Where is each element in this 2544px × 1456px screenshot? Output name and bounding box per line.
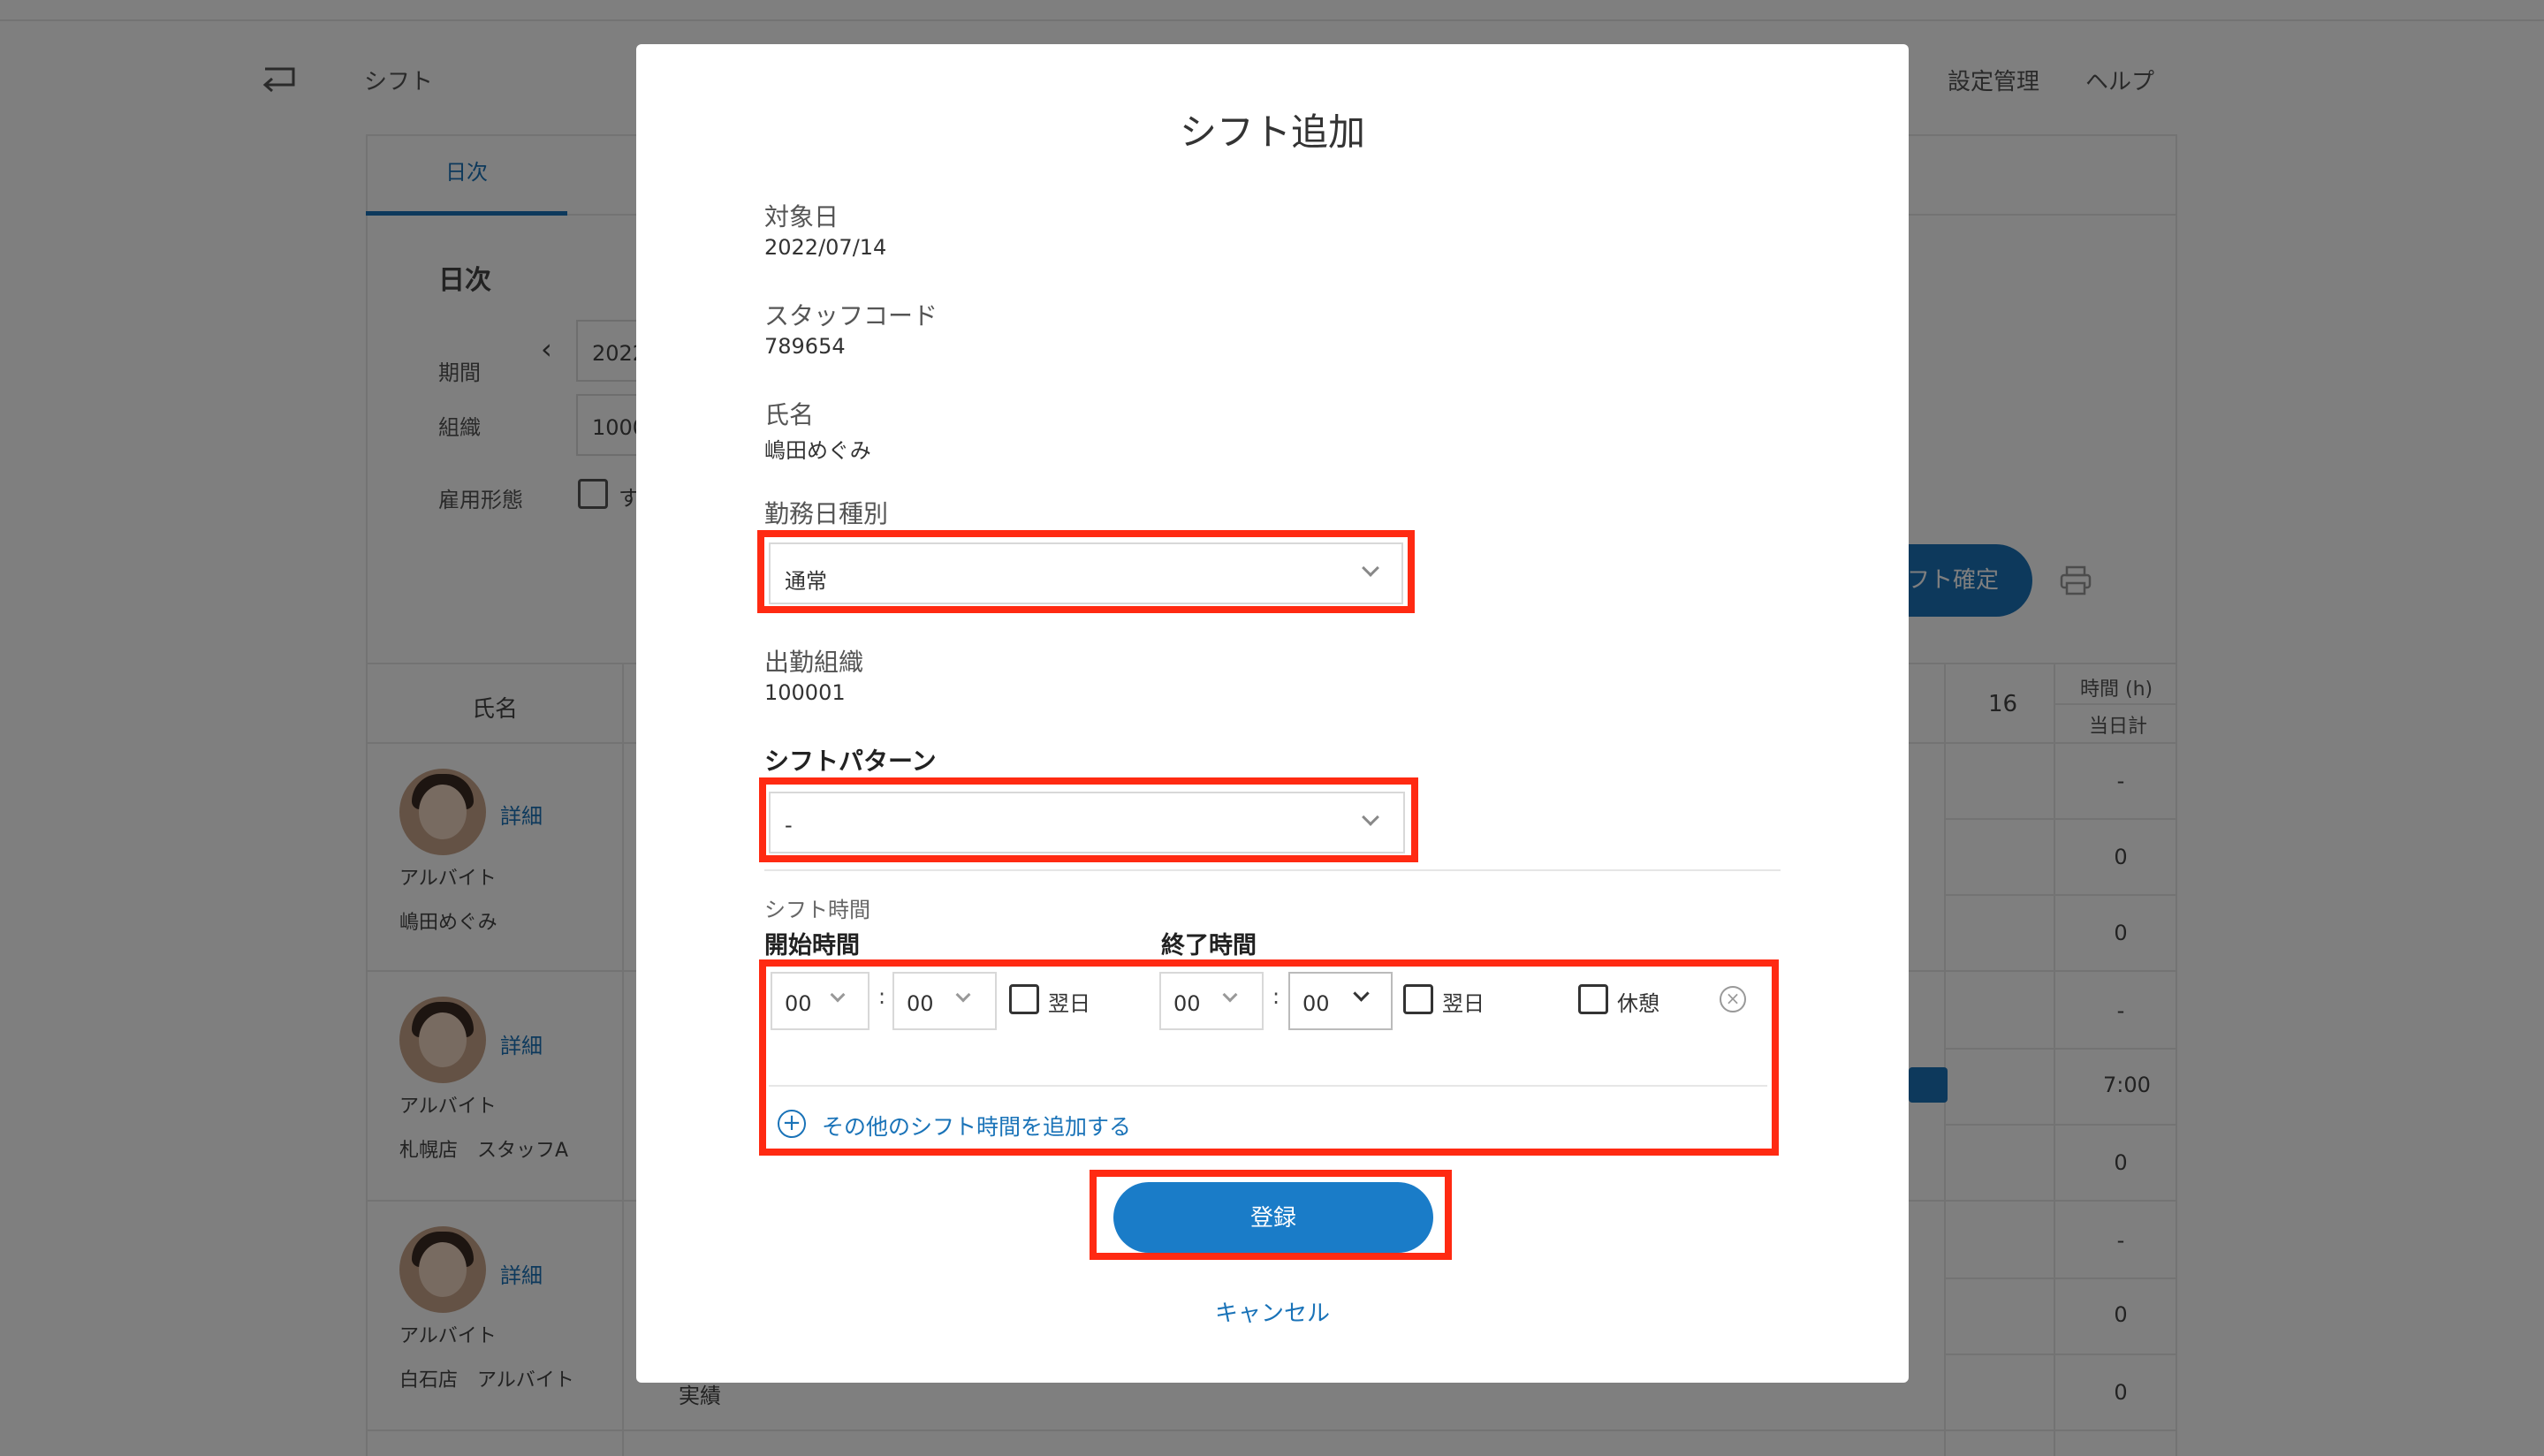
- target-date-label: 対象日: [764, 202, 839, 231]
- cancel-link[interactable]: キャンセル: [636, 1295, 1909, 1328]
- staff-code-label: スタッフコード: [764, 301, 938, 330]
- add-shift-dialog: シフト追加 対象日 2022/07/14 スタッフコード 789654 氏名 嶋…: [636, 44, 1909, 1383]
- shift-pattern-label: シフトパターン: [764, 747, 937, 776]
- work-org-label: 出勤組織: [764, 648, 864, 677]
- workday-type-label: 勤務日種別: [764, 499, 889, 528]
- dialog-title: シフト追加: [1179, 110, 1365, 154]
- highlight-shift-time: [759, 959, 1779, 1156]
- highlight-shift-pattern: [759, 777, 1418, 862]
- end-time-label: 終了時間: [1161, 932, 1257, 959]
- work-org-value: 100001: [764, 680, 846, 705]
- highlight-workday-type: [757, 530, 1415, 613]
- start-time-label: 開始時間: [764, 932, 860, 959]
- highlight-register-button: [1090, 1170, 1452, 1260]
- name-value: 嶋田めぐみ: [764, 438, 871, 463]
- shift-time-label: シフト時間: [764, 898, 870, 922]
- name-label: 氏名: [764, 400, 815, 429]
- target-date-value: 2022/07/14: [764, 235, 887, 260]
- section-divider: [764, 869, 1781, 871]
- staff-code-value: 789654: [764, 334, 846, 359]
